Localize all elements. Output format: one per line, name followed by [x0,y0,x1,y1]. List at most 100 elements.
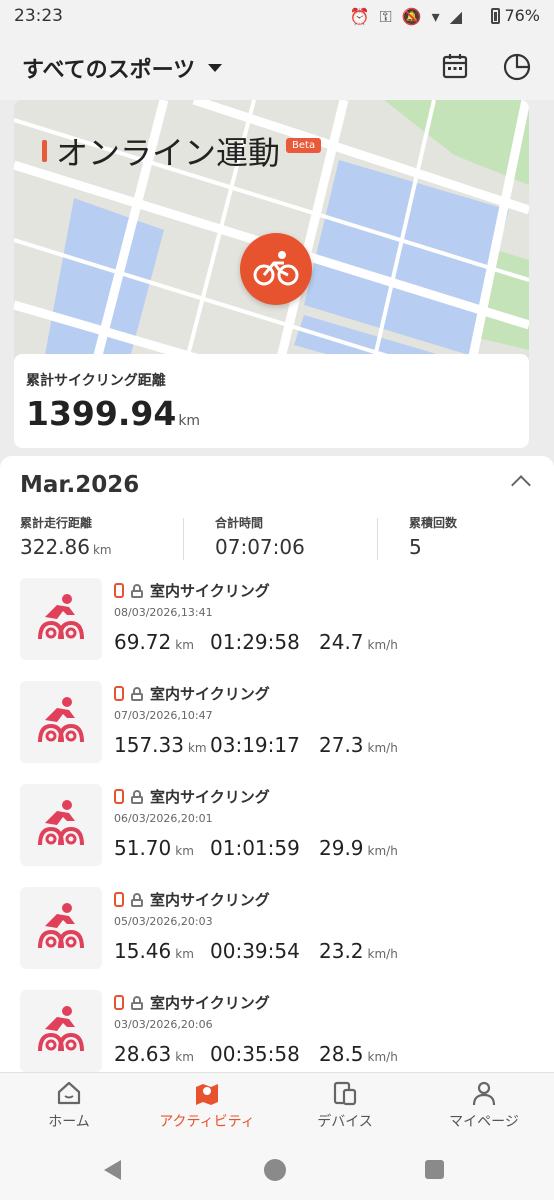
activity-item[interactable]: 室内サイクリング 08/03/2026,13:41 69.72 km 01:29:58 2… [0,576,554,679]
lock-icon [131,789,143,804]
nav-label: デバイス [317,1114,373,1130]
activity-speed: 28.5 km/h [319,1042,398,1066]
pie-chart-icon[interactable] [502,52,532,82]
distance-value: 28.63 [114,1042,172,1066]
month-summary: 累計走行距離 322.86 km 合計時間 07:07:06 累積回数 5 [0,514,554,564]
activity-item[interactable]: 室内サイクリング 03/03/2026,20:06 28.63 km 00:35:58 2… [0,988,554,1072]
cumulative-value: 1399.94 km [26,394,200,433]
beta-badge: Beta [286,137,322,153]
phone-icon [114,995,124,1010]
summary-number: 07:07:06 [215,535,305,559]
speed-value: 28.5 [319,1042,364,1066]
device-icon [333,1081,357,1106]
nav-device[interactable]: デバイス [285,1079,405,1131]
activity-speed: 29.9 km/h [319,836,398,860]
nav-label: マイページ [449,1114,519,1130]
distance-value: 69.72 [114,630,172,654]
sport-filter-dropdown[interactable]: すべてのスポーツ [22,52,195,84]
back-icon[interactable] [104,1160,121,1180]
summary-count: 累積回数 5 [409,514,457,559]
lock-icon [131,995,143,1010]
activity-duration: 03:19:17 [210,733,300,757]
speed-unit: km/h [367,947,398,961]
mute-icon: 🔕 [401,7,422,26]
activity-date: 08/03/2026,13:41 [114,606,213,619]
summary-value: 07:07:06 [215,535,305,559]
month-title: Mar.2026 [20,472,140,498]
lock-icon [131,686,143,701]
nav-mypage[interactable]: マイページ [424,1079,544,1131]
monthly-activity-panel: Mar.2026 累計走行距離 322.86 km 合計時間 07:07:06 累… [0,456,554,1072]
caret-down-icon[interactable] [208,64,222,72]
summary-time: 合計時間 07:07:06 [215,514,305,559]
activity-item[interactable]: 室内サイクリング 05/03/2026,20:03 15.46 km 00:39:54 2… [0,885,554,988]
cumulative-distance-panel: 累計サイクリング距離 1399.94 km [14,354,529,448]
distance-unit: km [187,741,207,755]
online-exercise-card[interactable]: オンライン運動 Beta 累計サイクリング距離 1399.94 km [14,100,529,448]
cycling-icon [38,697,84,743]
distance-value: 15.46 [114,939,172,963]
divider [183,518,184,560]
online-exercise-title: オンライン運動 Beta [42,128,322,174]
distance-value: 51.70 [114,836,172,860]
activity-stats: 51.70 km 01:01:59 29.9 km/h [114,836,398,860]
activity-duration: 00:39:54 [210,939,300,963]
activity-thumbnail [20,578,102,660]
speed-unit: km/h [367,1050,398,1064]
distance-unit: km [175,947,194,961]
title-accent-bar [42,140,47,162]
distance-unit: km [175,1050,194,1064]
distance-unit: km [175,844,194,858]
person-icon [472,1081,496,1106]
activity-date: 07/03/2026,10:47 [114,709,213,722]
activity-distance: 69.72 km [114,630,194,654]
recent-apps-icon[interactable] [425,1160,444,1179]
nav-home[interactable]: ホーム [9,1079,129,1131]
activity-distance: 157.33 km [114,733,207,757]
activity-thumbnail [20,784,102,866]
summary-value: 322.86 km [20,535,112,559]
activity-name: 室内サイクリング [150,891,270,909]
summary-unit: km [92,543,112,557]
speed-unit: km/h [367,741,398,755]
phone-icon [114,583,124,598]
activity-duration: 00:35:58 [210,1042,300,1066]
wifi-icon: ▾ [431,7,440,26]
chevron-up-icon[interactable] [511,475,531,495]
nav-activity[interactable]: アクティビティ [147,1079,267,1131]
activity-name: 室内サイクリング [150,994,270,1012]
activity-title-row: 室内サイクリング [114,580,270,601]
activity-item[interactable]: 室内サイクリング 07/03/2026,10:47 157.33 km 03:19:17… [0,679,554,782]
lock-icon [131,583,143,598]
activity-speed: 24.7 km/h [319,630,398,654]
summary-label: 累計走行距離 [20,516,93,530]
cycling-icon [38,594,84,640]
activity-name: 室内サイクリング [150,582,270,600]
activity-stats: 15.46 km 00:39:54 23.2 km/h [114,939,398,963]
activity-item[interactable]: 室内サイクリング 06/03/2026,20:01 51.70 km 01:01:59 2… [0,782,554,885]
summary-number: 322.86 [20,535,90,559]
activity-date: 06/03/2026,20:01 [114,812,213,825]
phone-icon [114,789,124,804]
lock-icon [131,892,143,907]
calendar-icon[interactable] [442,52,468,80]
alarm-icon: ⏰ [349,7,370,26]
speed-unit: km/h [367,638,398,652]
activity-thumbnail [20,681,102,763]
summary-number: 5 [409,535,422,559]
divider [377,518,378,560]
activity-name: 室内サイクリング [150,685,270,703]
bottom-navigation: ホーム アクティビティ デバイス マイページ [0,1072,554,1151]
activity-date: 05/03/2026,20:03 [114,915,213,928]
cumulative-label: 累計サイクリング距離 [26,373,166,389]
app-header: すべてのスポーツ [0,34,554,100]
phone-icon [114,892,124,907]
speed-value: 27.3 [319,733,364,757]
home-button-icon[interactable] [264,1159,286,1181]
cumulative-number: 1399.94 [26,394,177,433]
vpn-key-icon: ⚿ [379,7,392,26]
activity-stats: 157.33 km 03:19:17 27.3 km/h [114,733,398,757]
summary-label: 累積回数 [409,516,458,530]
cumulative-unit: km [178,413,201,429]
start-cycling-button[interactable] [240,233,312,305]
